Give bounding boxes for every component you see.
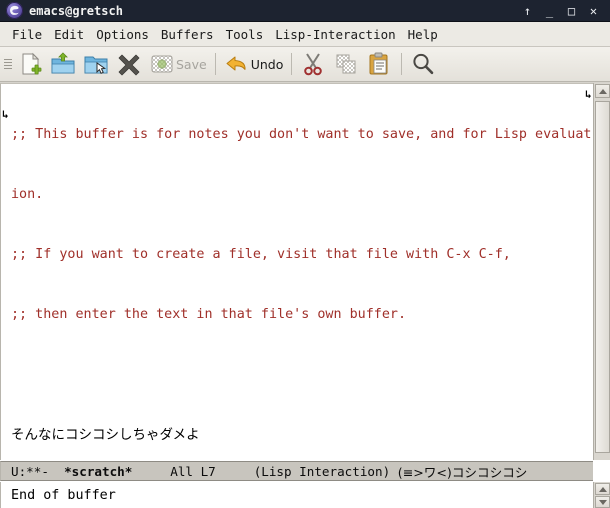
- buffer-line: ;; then enter the text in that file's ow…: [11, 307, 407, 322]
- mode-line-extra: (≡>ワ<)コシコシコシ: [397, 464, 528, 480]
- minibuffer[interactable]: End of buffer: [0, 482, 593, 508]
- buffer-lines: ;; This buffer is for notes you don't wa…: [11, 85, 593, 460]
- save-button[interactable]: Save: [146, 49, 210, 80]
- window-title: emacs@gretsch: [29, 3, 123, 18]
- copy-icon: [333, 51, 359, 77]
- buffer-line: [11, 365, 593, 385]
- toolbar: Save Undo: [0, 47, 610, 82]
- scroll-down-arrow[interactable]: [595, 496, 610, 508]
- open-dir-button[interactable]: [80, 49, 113, 80]
- mode-line[interactable]: U:**- *scratch* All L7 (Lisp Interaction…: [0, 461, 593, 481]
- mode-line-buffer-name: *scratch*: [64, 463, 133, 479]
- open-file-icon: [50, 51, 76, 77]
- menu-help[interactable]: Help: [402, 25, 444, 44]
- vertical-scrollbar[interactable]: [593, 83, 610, 460]
- menu-buffers[interactable]: Buffers: [155, 25, 220, 44]
- toolbar-separator-2: [291, 53, 293, 75]
- scroll-thumb[interactable]: [595, 101, 610, 453]
- minibuffer-message: End of buffer: [11, 487, 116, 503]
- scroll-up-arrow[interactable]: [595, 84, 610, 98]
- minimize-button[interactable]: _: [543, 4, 556, 18]
- triangle-up-icon: [598, 486, 607, 492]
- paste-button[interactable]: [363, 49, 396, 80]
- titlebar[interactable]: emacs@gretsch ↑ _ □ ✕: [0, 0, 610, 22]
- close-x-icon: [116, 51, 142, 77]
- menu-file[interactable]: File: [6, 25, 48, 44]
- open-file-button[interactable]: [47, 49, 80, 80]
- buffer-line: そんなにコシコシしちゃダメよ: [11, 427, 200, 443]
- buffer-line: ;; This buffer is for notes you don't wa…: [11, 127, 592, 142]
- triangle-up-icon: [598, 88, 607, 94]
- close-button[interactable]: ✕: [587, 4, 600, 18]
- new-file-icon: [17, 51, 43, 77]
- new-file-button[interactable]: [14, 49, 47, 80]
- emacs-icon[interactable]: [6, 2, 23, 19]
- wrap-continuation-icon: ↳: [2, 108, 9, 121]
- mode-line-position: All L7: [170, 463, 216, 479]
- window-controls: ↑ _ □ ✕: [521, 4, 606, 18]
- toolbar-separator-3: [401, 53, 403, 75]
- menubar: File Edit Options Buffers Tools Lisp-Int…: [0, 22, 610, 47]
- emacs-frame: ;; This buffer is for notes you don't wa…: [0, 83, 610, 508]
- triangle-down-icon: [598, 499, 607, 505]
- undo-label: Undo: [250, 56, 284, 72]
- minibuffer-scrollbar[interactable]: [593, 482, 610, 508]
- menu-options[interactable]: Options: [90, 25, 155, 44]
- scissors-icon: [300, 51, 326, 77]
- mode-line-major-mode: (Lisp Interaction): [253, 463, 391, 479]
- undo-icon: [224, 51, 250, 77]
- buffer-line: ;; If you want to create a file, visit t…: [11, 247, 511, 262]
- cut-button[interactable]: [297, 49, 330, 80]
- search-button[interactable]: [407, 49, 440, 80]
- undo-button[interactable]: Undo: [221, 49, 287, 80]
- menu-tools[interactable]: Tools: [220, 25, 270, 44]
- copy-button[interactable]: [330, 49, 363, 80]
- save-icon: [149, 51, 175, 77]
- scroll-up-arrow[interactable]: [595, 483, 610, 495]
- maximize-button[interactable]: □: [565, 4, 578, 18]
- open-dir-icon: [83, 51, 109, 77]
- mode-line-status: U:**-: [11, 463, 49, 479]
- menu-lisp-interaction[interactable]: Lisp-Interaction: [269, 25, 401, 44]
- clipboard-icon: [366, 51, 392, 77]
- left-fringe: [2, 85, 11, 460]
- buffer-line: ion.: [11, 187, 44, 202]
- toolbar-separator-1: [214, 53, 216, 75]
- toolbar-grip[interactable]: [2, 47, 14, 82]
- save-label: Save: [176, 56, 207, 72]
- buffer-text-area[interactable]: ;; This buffer is for notes you don't wa…: [0, 83, 593, 460]
- wrap-continuation-icon: ↳: [585, 88, 592, 101]
- shade-button[interactable]: ↑: [521, 4, 534, 18]
- close-buffer-button[interactable]: [113, 49, 146, 80]
- emacs-window: emacs@gretsch ↑ _ □ ✕ File Edit Options …: [0, 0, 610, 508]
- menu-edit[interactable]: Edit: [48, 25, 90, 44]
- search-icon: [410, 51, 436, 77]
